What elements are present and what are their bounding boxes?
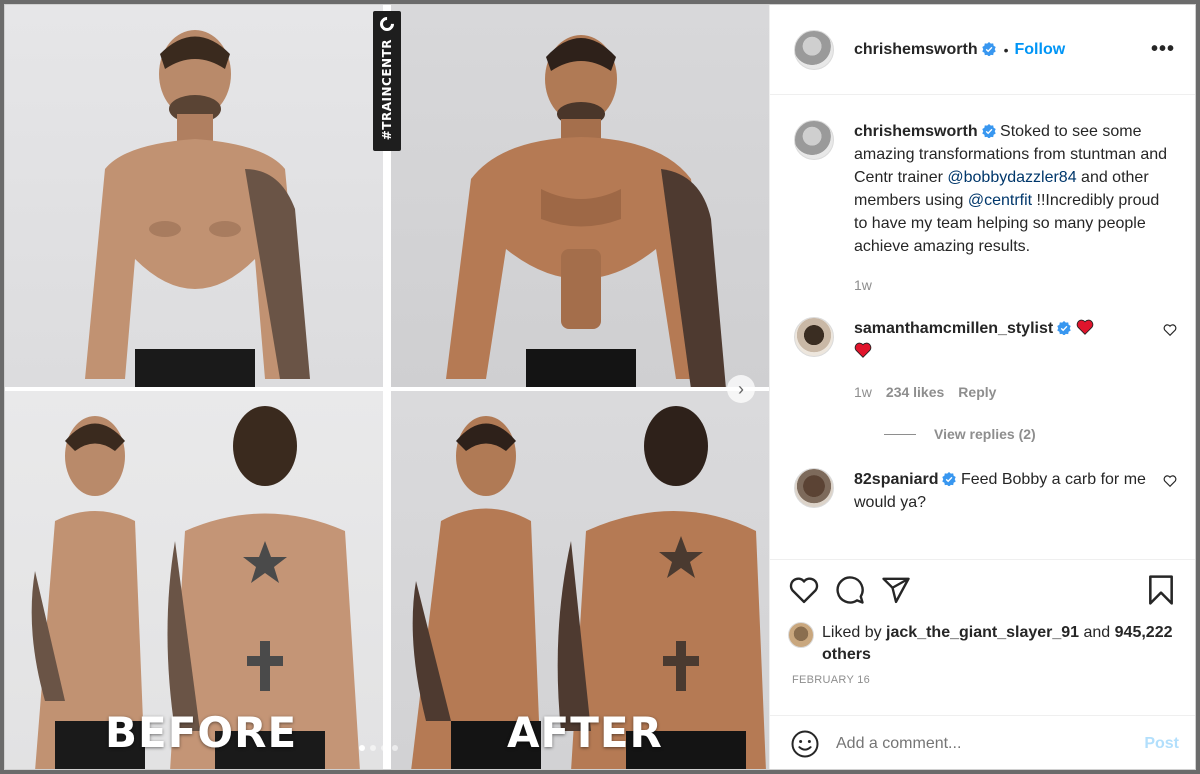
- carousel-dot: [392, 745, 398, 751]
- liked-by: Liked by jack_the_giant_slayer_91 and 94…: [788, 622, 1177, 666]
- comment-item: 82spaniard Feed Bobby a carb for me woul…: [794, 468, 1177, 514]
- caption-time[interactable]: 1w: [854, 274, 872, 297]
- before-label: BEFORE: [105, 708, 298, 757]
- liker-username[interactable]: jack_the_giant_slayer_91: [886, 624, 1079, 641]
- caption: chrishemsworth Stoked to see some amazin…: [794, 120, 1177, 297]
- verified-badge-icon: [981, 124, 996, 138]
- liked-by-middle: and: [1079, 624, 1115, 641]
- commenter-avatar[interactable]: [794, 468, 834, 508]
- comment-icon[interactable]: [834, 574, 866, 606]
- heart-icon[interactable]: [1163, 323, 1177, 337]
- after-label: AFTER: [507, 708, 663, 757]
- follow-button[interactable]: Follow: [1015, 41, 1066, 59]
- post-comment-button[interactable]: Post: [1144, 735, 1179, 753]
- carousel-dots: [359, 745, 398, 751]
- heart-icon[interactable]: [788, 574, 820, 606]
- post-actions: Liked by jack_the_giant_slayer_91 and 94…: [770, 559, 1195, 686]
- verified-badge-icon: [942, 472, 957, 486]
- caption-author-avatar[interactable]: [794, 120, 834, 160]
- author-username-text[interactable]: chrishemsworth: [854, 41, 978, 58]
- commenter-avatar[interactable]: [794, 317, 834, 357]
- caption-author[interactable]: chrishemsworth: [854, 123, 978, 140]
- commenter-username[interactable]: samanthamcmillen_stylist: [854, 320, 1053, 337]
- comment-input[interactable]: [836, 734, 1145, 753]
- comments-section[interactable]: chrishemsworth Stoked to see some amazin…: [770, 96, 1195, 556]
- author-username[interactable]: chrishemsworth: [854, 41, 996, 59]
- post-header: chrishemsworth • Follow •••: [770, 5, 1195, 95]
- view-replies-line: [884, 433, 916, 435]
- view-replies-button[interactable]: View replies (2): [884, 426, 1177, 442]
- centr-logo-icon: [377, 14, 397, 34]
- post-date[interactable]: FEBRUARY 16: [792, 674, 1177, 686]
- liked-by-prefix: Liked by: [822, 624, 887, 641]
- comment-item: samanthamcmillen_stylist 1w 234 likes Re…: [794, 317, 1177, 404]
- verified-badge-icon: [981, 41, 996, 56]
- chevron-right-icon[interactable]: ›: [727, 375, 755, 403]
- post-details-panel: chrishemsworth • Follow ••• chrishemswor…: [769, 5, 1195, 769]
- traincentr-text: #TRAINCENTR: [380, 39, 394, 141]
- mention-link[interactable]: @centrfit: [968, 192, 1032, 209]
- verified-badge-icon: [1057, 321, 1071, 335]
- carousel-dot: [359, 745, 365, 751]
- liker-avatar[interactable]: [788, 622, 814, 648]
- header-separator: •: [1003, 41, 1009, 58]
- reply-button[interactable]: Reply: [958, 381, 996, 404]
- red-heart-emoji-icon: [1076, 319, 1093, 335]
- comment-time[interactable]: 1w: [854, 381, 872, 404]
- view-replies-label: View replies (2): [934, 426, 1036, 442]
- emoji-icon[interactable]: [790, 729, 820, 759]
- traincentr-tag: #TRAINCENTR: [373, 11, 401, 151]
- post-modal: #TRAINCENTR BEFORE AFTER › chrishemswort…: [4, 4, 1196, 770]
- comment-likes[interactable]: 234 likes: [886, 381, 944, 404]
- carousel-dot: [370, 745, 376, 751]
- heart-icon[interactable]: [1163, 474, 1177, 488]
- save-icon[interactable]: [1145, 574, 1177, 606]
- carousel-dot: [381, 745, 387, 751]
- photo-before-front: [5, 5, 383, 387]
- photo-after-front: [391, 5, 769, 387]
- share-icon[interactable]: [880, 574, 912, 606]
- red-heart-emoji-icon: [854, 342, 872, 358]
- commenter-username[interactable]: 82spaniard: [854, 471, 938, 488]
- author-avatar[interactable]: [794, 29, 834, 70]
- add-comment-bar: Post: [770, 715, 1195, 769]
- more-icon[interactable]: •••: [1151, 38, 1175, 61]
- panel-divider-horizontal: [5, 387, 769, 391]
- post-media[interactable]: #TRAINCENTR BEFORE AFTER ›: [5, 5, 769, 769]
- mention-link[interactable]: @bobbydazzler84: [947, 169, 1076, 186]
- action-icons: [788, 572, 1177, 608]
